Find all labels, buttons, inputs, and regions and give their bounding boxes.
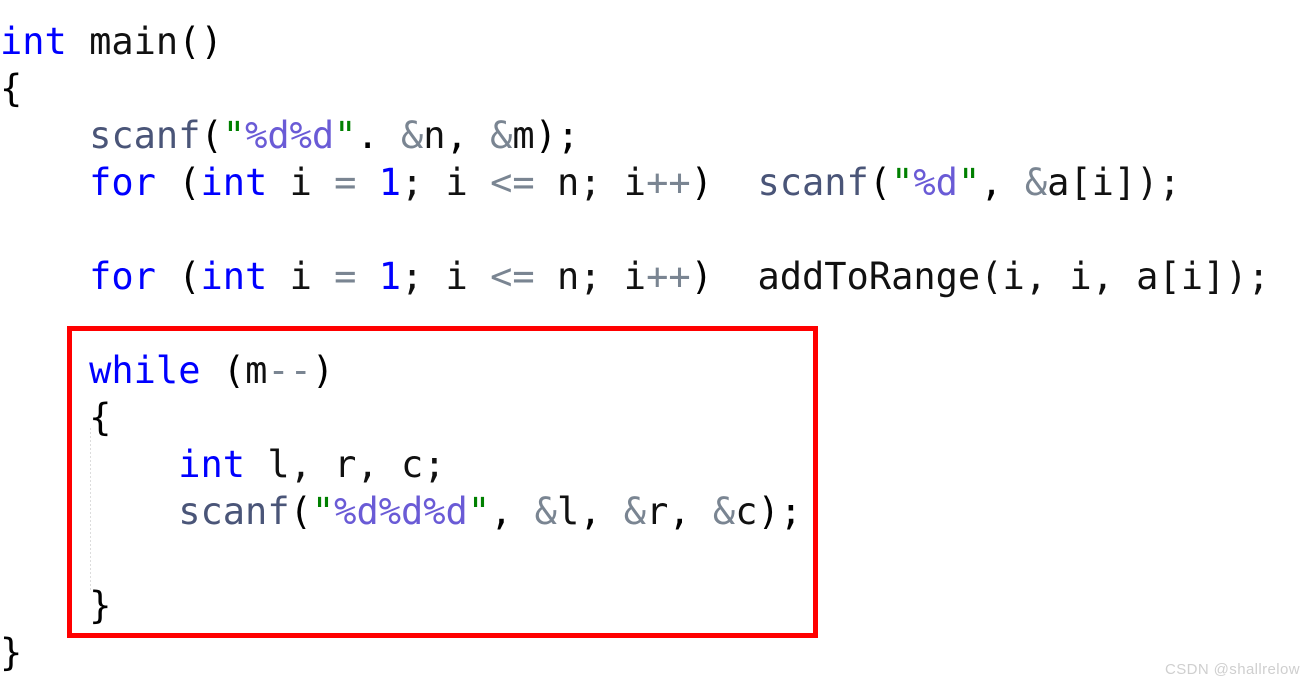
code-token: " <box>891 161 914 204</box>
code-token: & <box>490 114 513 157</box>
code-token: { <box>0 67 23 110</box>
code-token: & <box>623 490 647 533</box>
code-token: ( <box>155 161 201 204</box>
code-line[interactable] <box>0 206 22 253</box>
code-token: , <box>980 161 1025 204</box>
code-token: scanf <box>757 161 869 204</box>
code-token: & <box>534 490 557 533</box>
code-line[interactable]: } <box>0 582 111 629</box>
code-token: i <box>267 161 335 204</box>
code-token: n; i <box>534 161 647 204</box>
code-line[interactable]: } <box>0 629 22 676</box>
code-token: " <box>957 161 981 204</box>
code-line[interactable]: { <box>0 65 22 112</box>
code-line[interactable]: int main() <box>0 18 223 65</box>
code-text-area[interactable]: int main(){ scanf("%d%d". &n, &m); for (… <box>0 0 1314 686</box>
code-token: ) <box>311 349 335 392</box>
code-editor-canvas[interactable]: int main(){ scanf("%d%d". &n, &m); for (… <box>0 0 1314 686</box>
code-line[interactable]: while (m--) <box>0 347 334 394</box>
code-token: n <box>423 114 446 157</box>
code-token: int <box>200 161 268 204</box>
code-token: main <box>66 20 179 63</box>
code-token: for <box>89 255 156 298</box>
csdn-watermark: CSDN @shallrelow <box>1165 661 1300 678</box>
code-token: addToRange(i, i, a[i]); <box>757 255 1270 298</box>
code-token: ); <box>757 490 803 533</box>
code-token: 1 <box>378 255 401 298</box>
code-token: , <box>445 114 491 157</box>
code-token: a[i]); <box>1047 161 1181 204</box>
code-token: & <box>1024 161 1048 204</box>
code-token: scanf <box>89 114 201 157</box>
code-line[interactable]: { <box>0 394 111 441</box>
code-token: int <box>0 20 67 63</box>
code-token: " <box>467 490 491 533</box>
indent-guide-line <box>90 428 91 590</box>
code-token: ; i <box>401 161 491 204</box>
code-token: int <box>200 255 268 298</box>
code-token: { <box>89 396 112 439</box>
code-token: ++ <box>646 161 691 204</box>
code-token: i <box>267 255 335 298</box>
code-token: l, r, c; <box>245 443 446 486</box>
code-line[interactable] <box>0 300 22 347</box>
code-token: for <box>89 161 156 204</box>
code-token: ( <box>155 255 201 298</box>
code-token: scanf <box>178 490 290 533</box>
code-token: m <box>512 114 535 157</box>
code-token: ( <box>200 114 223 157</box>
code-token: , <box>668 490 713 533</box>
code-token: " <box>334 114 357 157</box>
code-token: . <box>356 114 402 157</box>
code-token: <= <box>490 255 535 298</box>
code-token: ); <box>534 114 580 157</box>
code-line[interactable] <box>0 535 22 582</box>
code-token: %d%d <box>245 114 335 157</box>
code-line[interactable]: int l, r, c; <box>0 441 446 488</box>
code-token: <= <box>490 161 535 204</box>
code-line[interactable]: scanf("%d%d%d", &l, &r, &c); <box>0 488 802 535</box>
code-token: = <box>334 255 357 298</box>
code-token: ( <box>200 349 246 392</box>
code-token: while <box>89 349 201 392</box>
code-token: () <box>178 20 223 63</box>
code-token: ( <box>868 161 892 204</box>
code-token: " <box>311 490 335 533</box>
code-token: int <box>178 443 246 486</box>
code-token: -- <box>267 349 312 392</box>
code-token: & <box>401 114 424 157</box>
code-line[interactable]: for (int i = 1; i <= n; i++) scanf("%d",… <box>0 159 1181 206</box>
code-token: ++ <box>646 255 691 298</box>
code-token: 1 <box>378 161 401 204</box>
code-token: , <box>490 490 535 533</box>
code-token: ( <box>289 490 312 533</box>
code-token: l <box>556 490 580 533</box>
code-token: ) <box>690 255 758 298</box>
code-token: n; i <box>534 255 647 298</box>
code-token: ; i <box>401 255 491 298</box>
code-token: } <box>89 584 112 627</box>
code-token: m <box>245 349 268 392</box>
code-line[interactable]: for (int i = 1; i <= n; i++) addToRange(… <box>0 253 1270 300</box>
code-token: , <box>579 490 624 533</box>
code-line[interactable]: scanf("%d%d". &n, &m); <box>0 112 579 159</box>
code-token: %d <box>913 161 958 204</box>
code-token: = <box>334 161 357 204</box>
code-token: " <box>222 114 246 157</box>
code-token: } <box>0 631 23 674</box>
code-token: c <box>735 490 758 533</box>
code-token: & <box>712 490 736 533</box>
code-token: r <box>646 490 669 533</box>
code-token: ) <box>690 161 758 204</box>
code-token: %d%d%d <box>334 490 468 533</box>
